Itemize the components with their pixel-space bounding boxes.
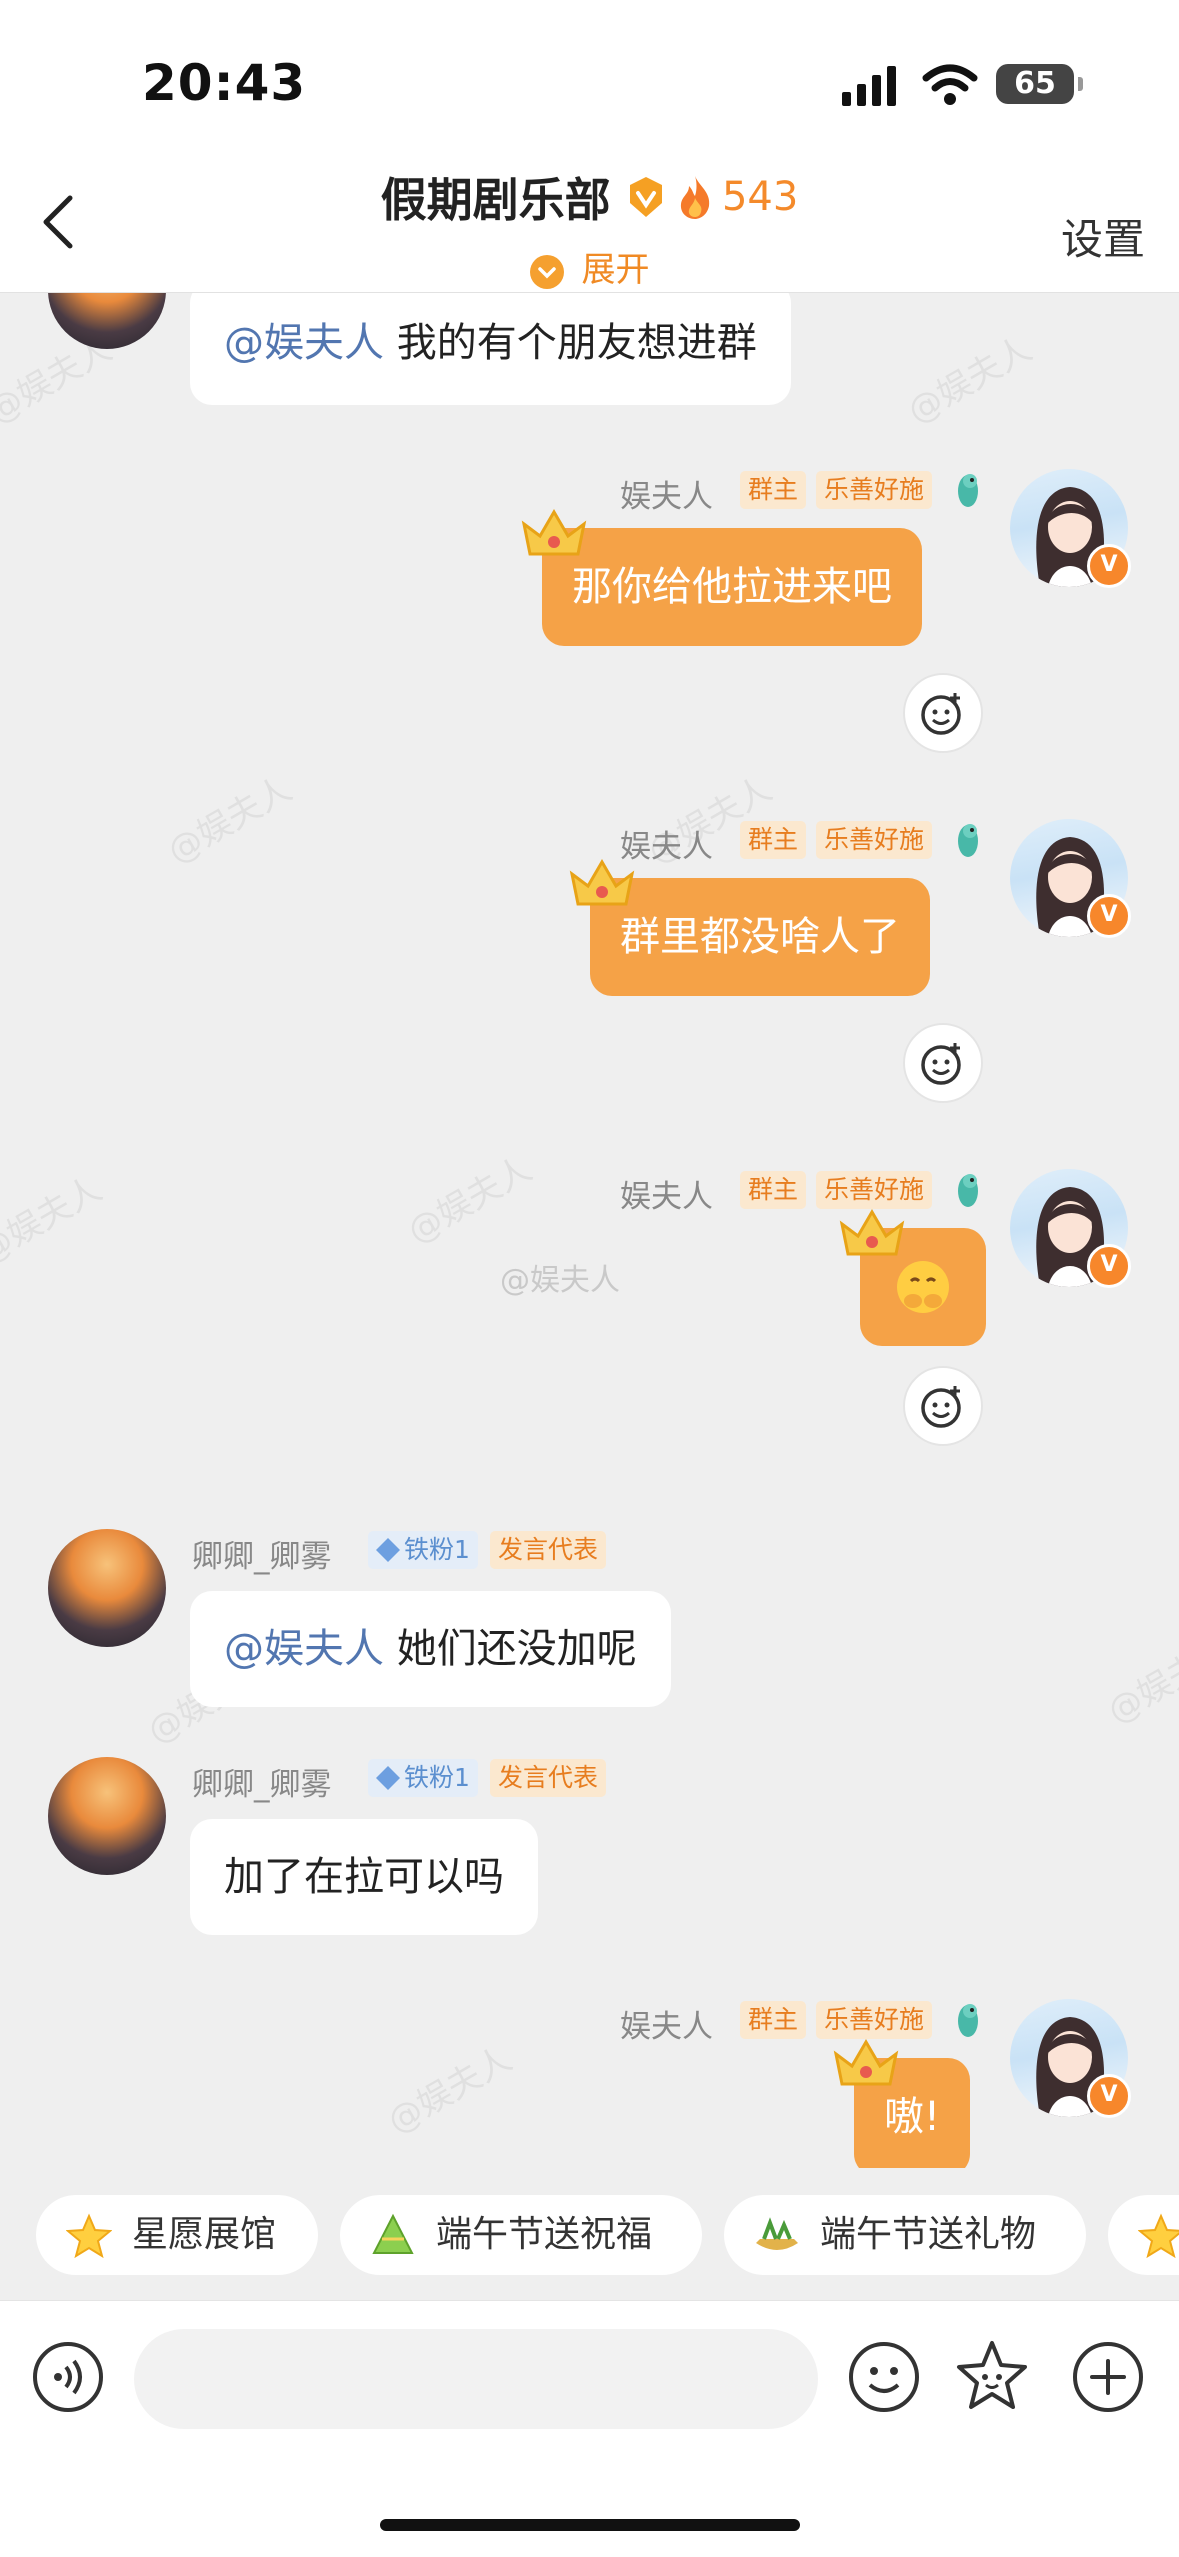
group-title: 假期剧乐部: [380, 173, 611, 227]
star-icon: [1138, 2213, 1179, 2259]
title-tag: 乐善好施: [816, 821, 933, 859]
owner-tag: 群主: [740, 2001, 807, 2039]
fan-level-tag: 铁粉1: [368, 1531, 478, 1569]
fan-level-tag: 铁粉1: [368, 1759, 478, 1797]
sticker-icon[interactable]: [952, 2337, 1032, 2417]
chat-header: 假期剧乐部 543 展开 设置: [0, 150, 1179, 293]
message-text: 她们还没加呢: [384, 1626, 637, 1672]
status-bar: 20:43 65: [0, 0, 1179, 150]
verified-v-badge-icon: V: [1087, 894, 1131, 938]
add-reaction-button[interactable]: [903, 1366, 983, 1446]
home-indicator: [380, 2519, 800, 2531]
message-text: 我的有个朋友想进群: [384, 320, 757, 366]
quick-action-bar[interactable]: 星愿展馆 端午节送祝福 端午节送礼物: [0, 2170, 1179, 2300]
watermark: @娱夫人: [0, 1169, 109, 1272]
expand-toggle[interactable]: 展开: [0, 242, 1179, 291]
group-title-row[interactable]: 假期剧乐部 543: [0, 164, 1179, 230]
chip-star-wish[interactable]: 星愿展馆: [36, 2195, 318, 2275]
signal-icon: [842, 66, 896, 106]
sender-name: 卿卿_卿雾: [192, 1539, 332, 1575]
parrot-icon: [958, 824, 978, 857]
title-tag: 乐善好施: [816, 471, 933, 509]
avatar[interactable]: [48, 1757, 166, 1875]
crown-icon: [521, 509, 587, 556]
dragon-boat-icon: [756, 2217, 798, 2250]
chip-more[interactable]: [1108, 2195, 1179, 2275]
avatar[interactable]: [48, 1529, 166, 1647]
message-bubble[interactable]: 群里都没啥人了: [590, 878, 930, 996]
expand-label: 展开: [581, 250, 650, 290]
message-bubble[interactable]: 那你给他拉进来吧: [542, 528, 922, 646]
verified-group-icon: [629, 177, 662, 217]
wifi-icon: [922, 64, 978, 105]
fire-icon: [680, 176, 710, 219]
sender-name: 娱夫人: [620, 1179, 713, 1215]
watermark: @娱夫人: [1100, 1629, 1179, 1732]
heat-count: 543: [721, 174, 799, 220]
crown-icon: [569, 859, 635, 906]
diamond-icon: [376, 1766, 400, 1790]
add-reaction-button[interactable]: [903, 673, 983, 753]
watermark: @娱夫人: [900, 329, 1039, 432]
add-reaction-button[interactable]: [903, 1023, 983, 1103]
sender-name: 卿卿_卿雾: [192, 1767, 332, 1803]
owner-tag: 群主: [740, 471, 807, 509]
mention[interactable]: @娱夫人: [224, 320, 384, 366]
message-bubble[interactable]: @娱夫人 我的有个朋友想进群: [190, 293, 791, 405]
verified-v-badge-icon: V: [1087, 2074, 1131, 2118]
mention[interactable]: @娱夫人: [224, 1626, 384, 1672]
plus-icon[interactable]: [1068, 2337, 1148, 2417]
message-bubble[interactable]: @娱夫人 她们还没加呢: [190, 1591, 671, 1707]
chip-dragon-boat-gifts[interactable]: 端午节送礼物: [724, 2195, 1086, 2275]
zongzi-icon: [372, 2213, 414, 2254]
verified-v-badge-icon: V: [1087, 544, 1131, 588]
owner-tag: 群主: [740, 821, 807, 859]
battery-indicator: 65: [996, 64, 1083, 104]
crown-icon: [833, 2039, 899, 2086]
title-tag: 乐善好施: [816, 2001, 933, 2039]
parrot-icon: [958, 474, 978, 507]
watermark: @娱夫人: [160, 769, 299, 872]
parrot-icon: [958, 1174, 978, 1207]
message-input[interactable]: [134, 2329, 818, 2429]
chip-dragon-boat-wishes[interactable]: 端午节送祝福: [340, 2195, 702, 2275]
title-tag: 乐善好施: [816, 1171, 933, 1209]
message-bubble[interactable]: 加了在拉可以吗: [190, 1819, 538, 1935]
diamond-icon: [376, 1538, 400, 1562]
voice-icon[interactable]: [28, 2337, 108, 2417]
sender-name: 娱夫人: [620, 2009, 713, 2045]
sender-name: 娱夫人: [620, 479, 713, 515]
title-tag: 发言代表: [490, 1531, 607, 1569]
status-time: 20:43: [142, 54, 307, 112]
watermark: @娱夫人: [400, 1149, 539, 1252]
message-list[interactable]: @娱夫人 @娱夫人 @娱夫人 @娱夫人 @娱夫人 @娱夫人 @娱夫人 @娱夫人 …: [0, 293, 1179, 2168]
owner-tag: 群主: [740, 1171, 807, 1209]
parrot-icon: [958, 2004, 978, 2037]
settings-button[interactable]: 设置: [1061, 206, 1145, 267]
chevron-down-icon: [529, 254, 564, 289]
weibo-watermark: @娱夫人: [500, 1263, 620, 1298]
star-icon: [66, 2213, 112, 2259]
hug-emoji-icon: [897, 1261, 949, 1313]
watermark: @娱夫人: [380, 2039, 519, 2142]
emoji-icon[interactable]: [844, 2337, 924, 2417]
crown-icon: [839, 1209, 905, 1256]
input-bar: [0, 2300, 1179, 2557]
title-tag: 发言代表: [490, 1759, 607, 1797]
verified-v-badge-icon: V: [1087, 1244, 1131, 1288]
